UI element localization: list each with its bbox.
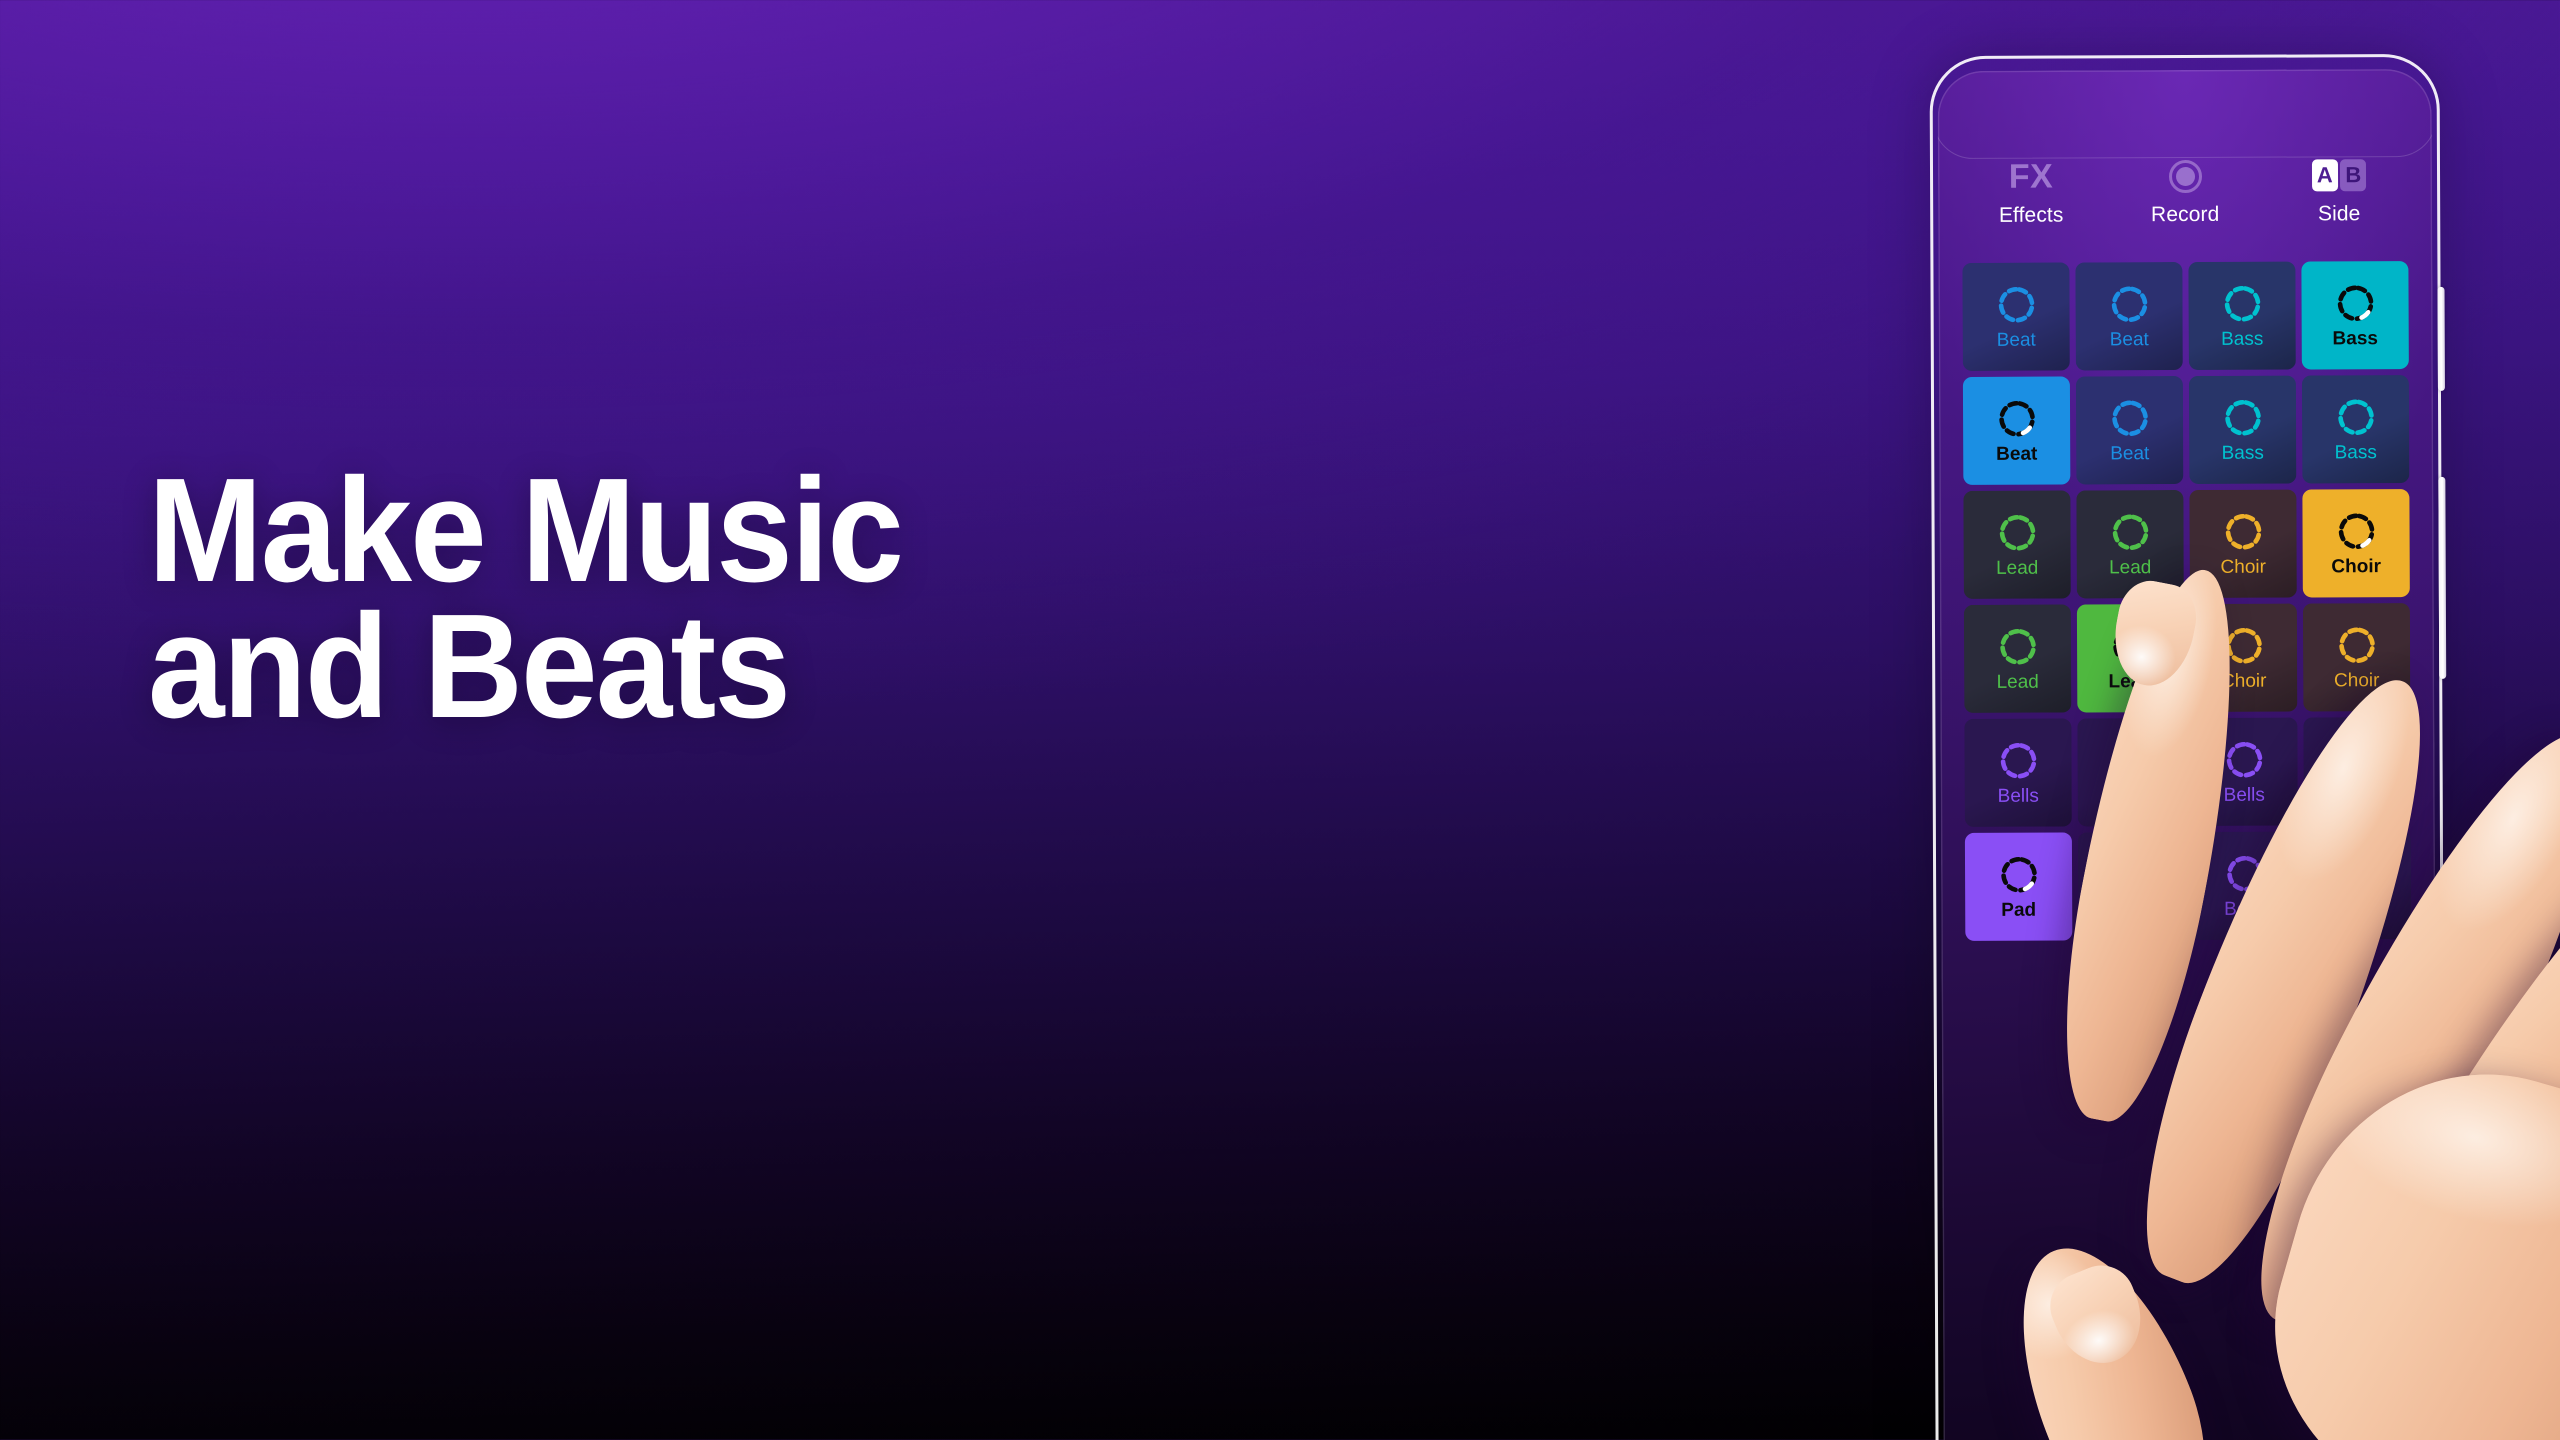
- page-title: Make Music and Beats: [148, 448, 904, 750]
- pad-choir-10[interactable]: Choir: [2189, 489, 2297, 598]
- pad-bells-19[interactable]: Bells: [2303, 717, 2411, 826]
- pad-loop-ring-icon: [1996, 284, 2036, 324]
- toolbar-item-record[interactable]: Record: [2125, 158, 2245, 228]
- pad-loop-ring-icon: [2222, 397, 2262, 437]
- pad-loop-ring-icon: [2224, 739, 2264, 779]
- pad-label: Beat: [1996, 443, 2038, 465]
- pad-loop-ring-icon: [2223, 625, 2263, 665]
- pad-label: Beat: [2109, 328, 2149, 350]
- side-option-a[interactable]: A: [2311, 159, 2338, 192]
- pad-bells-18[interactable]: Bells: [2190, 717, 2298, 826]
- pad-loop-ring-icon: [2109, 398, 2149, 438]
- pad-loop-ring-icon: [2223, 511, 2263, 551]
- pad-grid: Beat Beat Bass Bass Beat Beat Bass Bass …: [1962, 261, 2412, 941]
- pad-label: Bass: [2221, 442, 2264, 464]
- side-option-b[interactable]: B: [2340, 159, 2367, 192]
- notch-frame: [1937, 68, 2437, 160]
- pad-label: Lead: [1996, 557, 2039, 579]
- pad-loop-ring-icon: [1996, 398, 2036, 438]
- pad-label: Beat: [2110, 442, 2150, 464]
- pad-loop-ring-icon: [1998, 854, 2038, 894]
- pad-loop-ring-icon: [1997, 512, 2037, 552]
- pad-bells-23[interactable]: Bells: [2303, 831, 2412, 940]
- pad-lead-12[interactable]: Lead: [1963, 604, 2072, 713]
- pad-loop-ring-icon: [2222, 283, 2262, 323]
- toolbar-label-record: Record: [2150, 202, 2220, 227]
- pad-label: Lead: [2109, 556, 2152, 578]
- pad-label: Choir: [2333, 669, 2380, 691]
- pad-lead-9[interactable]: Lead: [2076, 490, 2184, 599]
- pad-loop-ring-icon: [1997, 626, 2037, 666]
- pad-label: Choir: [2331, 555, 2382, 577]
- pad-loop-ring-icon: [2335, 283, 2375, 323]
- pad-bass-6[interactable]: Bass: [2188, 375, 2297, 484]
- pad-bells-21[interactable]: Bells: [2077, 832, 2186, 941]
- pad-label: Bells: [2111, 898, 2153, 920]
- toolbar-item-effects[interactable]: FX Effects: [1971, 158, 2091, 228]
- pad-loop-ring-icon: [2224, 853, 2264, 893]
- pad-label: Bells: [2223, 784, 2265, 806]
- pad-label: Bells: [2337, 897, 2379, 919]
- pad-loop-ring-icon: [2336, 625, 2376, 665]
- pad-bells-17[interactable]: Bells: [2077, 718, 2185, 827]
- pad-loop-ring-icon: [2111, 854, 2151, 894]
- pad-loop-ring-icon: [2335, 397, 2375, 437]
- pad-label: Choir: [2220, 670, 2267, 692]
- volume-button[interactable]: [2437, 286, 2445, 391]
- fx-icon: FX: [2008, 157, 2054, 196]
- record-icon: [2168, 158, 2202, 194]
- pad-label: Bells: [2224, 898, 2266, 920]
- pad-loop-ring-icon: [2337, 853, 2377, 893]
- toolbar-item-side[interactable]: A B Side: [2279, 157, 2399, 227]
- pad-bells-22[interactable]: Bells: [2190, 831, 2299, 940]
- phone-mockup: FX Effects Record A B Side Beat Beat Bas…: [1525, 0, 2560, 1440]
- pad-lead-8[interactable]: Lead: [1963, 490, 2071, 599]
- pad-label: Lead: [1996, 671, 2039, 693]
- pad-bass-3[interactable]: Bass: [2301, 261, 2409, 370]
- record-dot: [2175, 166, 2195, 186]
- pad-loop-ring-icon: [2111, 740, 2151, 780]
- record-ring: [2168, 159, 2202, 193]
- pad-loop-ring-icon: [2336, 511, 2376, 551]
- pad-label: Bells: [2336, 783, 2378, 805]
- toolbar-label-effects: Effects: [1998, 203, 2064, 227]
- pad-label: Bass: [2334, 441, 2377, 463]
- pad-loop-ring-icon: [2110, 512, 2150, 552]
- fx-icon-text: FX: [2008, 157, 2054, 196]
- pad-loop-ring-icon: [1998, 740, 2038, 780]
- pad-choir-15[interactable]: Choir: [2302, 603, 2411, 712]
- pad-loop-ring-icon: [2337, 739, 2377, 779]
- pad-bass-7[interactable]: Bass: [2301, 375, 2410, 484]
- pad-lead-13[interactable]: Lead: [2076, 604, 2185, 713]
- phone-screen: FX Effects Record A B Side Beat Beat Bas…: [1937, 68, 2439, 1440]
- pad-label: Beat: [1996, 329, 2036, 351]
- pad-bells-16[interactable]: Bells: [1964, 718, 2072, 827]
- ab-toggle-icon[interactable]: A B: [2311, 157, 2367, 193]
- pad-loop-ring-icon: [2110, 626, 2150, 666]
- toolbar-label-side: Side: [2317, 202, 2361, 226]
- pad-beat-4[interactable]: Beat: [1962, 376, 2071, 485]
- pad-pad-20[interactable]: Pad: [1964, 832, 2073, 941]
- pad-label: Lead: [2108, 670, 2153, 692]
- pad-beat-0[interactable]: Beat: [1962, 262, 2070, 371]
- pad-label: Bass: [2221, 328, 2264, 350]
- pad-choir-14[interactable]: Choir: [2189, 603, 2298, 712]
- pad-label: Pad: [2001, 899, 2037, 921]
- power-button[interactable]: [2437, 476, 2446, 679]
- pad-bass-2[interactable]: Bass: [2188, 261, 2296, 370]
- app-toolbar: FX Effects Record A B Side: [1938, 157, 2432, 228]
- pad-loop-ring-icon: [2109, 284, 2149, 324]
- pad-label: Bass: [2332, 327, 2378, 349]
- pad-label: Choir: [2220, 556, 2266, 578]
- pad-beat-5[interactable]: Beat: [2075, 376, 2184, 485]
- pad-beat-1[interactable]: Beat: [2075, 262, 2183, 371]
- pad-choir-11[interactable]: Choir: [2302, 489, 2410, 598]
- pad-label: Bells: [2110, 784, 2152, 806]
- pad-label: Bells: [1997, 785, 2039, 807]
